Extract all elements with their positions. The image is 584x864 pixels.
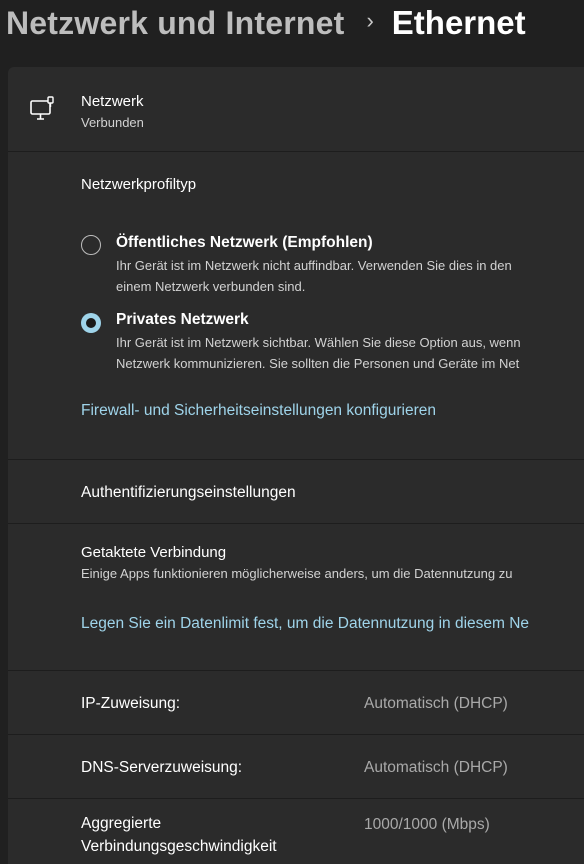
data-limit-link[interactable]: Legen Sie ein Datenlimit fest, um die Da… — [81, 615, 529, 633]
breadcrumb-parent[interactable]: Netzwerk und Internet — [6, 5, 344, 42]
dns-assignment-label: DNS-Serverzuweisung: — [81, 759, 243, 776]
page-title: Ethernet — [391, 4, 526, 41]
link-speed-label-line1: Aggregierte — [81, 815, 162, 832]
chevron-right-icon: › — [366, 8, 374, 33]
ip-assignment-label: IP-Zuweisung: — [81, 695, 181, 712]
private-network-option[interactable]: Privates Netzwerk Ihr Gerät ist im Netzw… — [8, 309, 584, 379]
link-speed-value: 1000/1000 (Mbps) — [364, 816, 490, 833]
settings-page: Netzwerk und Internet › Ethernet Netzwer… — [0, 0, 584, 864]
dns-assignment-value: Automatisch (DHCP) — [364, 759, 508, 776]
authentication-settings-row[interactable]: Authentifizierungseinstellungen — [8, 460, 584, 523]
private-network-description-line1: Ihr Gerät ist im Netzwerk sichtbar. Wähl… — [116, 335, 521, 350]
private-network-description-line2: Netzwerk kommunizieren. Sie sollten die … — [116, 356, 520, 371]
metered-connection-title: Getaktete Verbindung — [81, 544, 227, 561]
metered-connection-description: Einige Apps funktionieren möglicherweise… — [81, 566, 513, 581]
ethernet-monitor-icon — [29, 95, 55, 125]
public-network-option[interactable]: Öffentliches Netzwerk (Empfohlen) Ihr Ge… — [8, 232, 584, 302]
profile-heading: Netzwerkprofiltyp — [81, 176, 197, 193]
link-speed-label-line2: Verbindungsgeschwindigkeit — [81, 838, 277, 855]
ethernet-settings-card: Netzwerk Verbunden Netzwerkprofiltyp Öff… — [8, 67, 584, 864]
ip-assignment-row: IP-Zuweisung: Automatisch (DHCP) — [8, 671, 584, 734]
private-network-radio[interactable] — [81, 313, 101, 333]
metered-connection-section: Getaktete Verbindung Einige Apps funktio… — [8, 524, 584, 670]
public-network-title: Öffentliches Netzwerk (Empfohlen) — [116, 234, 373, 251]
public-network-description-line1: Ihr Gerät ist im Netzwerk nicht auffindb… — [116, 258, 512, 273]
authentication-settings-label: Authentifizierungseinstellungen — [81, 484, 296, 501]
breadcrumb: Netzwerk und Internet › Ethernet — [6, 0, 526, 46]
public-network-description-line2: einem Netzwerk verbunden sind. — [116, 279, 306, 294]
network-profile-section: Netzwerkprofiltyp Öffentliches Netzwerk … — [8, 152, 584, 459]
ip-assignment-value: Automatisch (DHCP) — [364, 695, 508, 712]
network-name: Netzwerk — [81, 93, 144, 110]
network-status: Verbunden — [81, 115, 144, 130]
private-network-title: Privates Netzwerk — [116, 311, 249, 328]
dns-assignment-row: DNS-Serverzuweisung: Automatisch (DHCP) — [8, 735, 584, 798]
network-header: Netzwerk Verbunden — [8, 67, 584, 151]
public-network-radio[interactable] — [81, 235, 101, 255]
link-speed-row: Aggregierte Verbindungsgeschwindigkeit 1… — [8, 799, 584, 864]
firewall-settings-link[interactable]: Firewall- und Sicherheitseinstellungen k… — [81, 402, 436, 420]
